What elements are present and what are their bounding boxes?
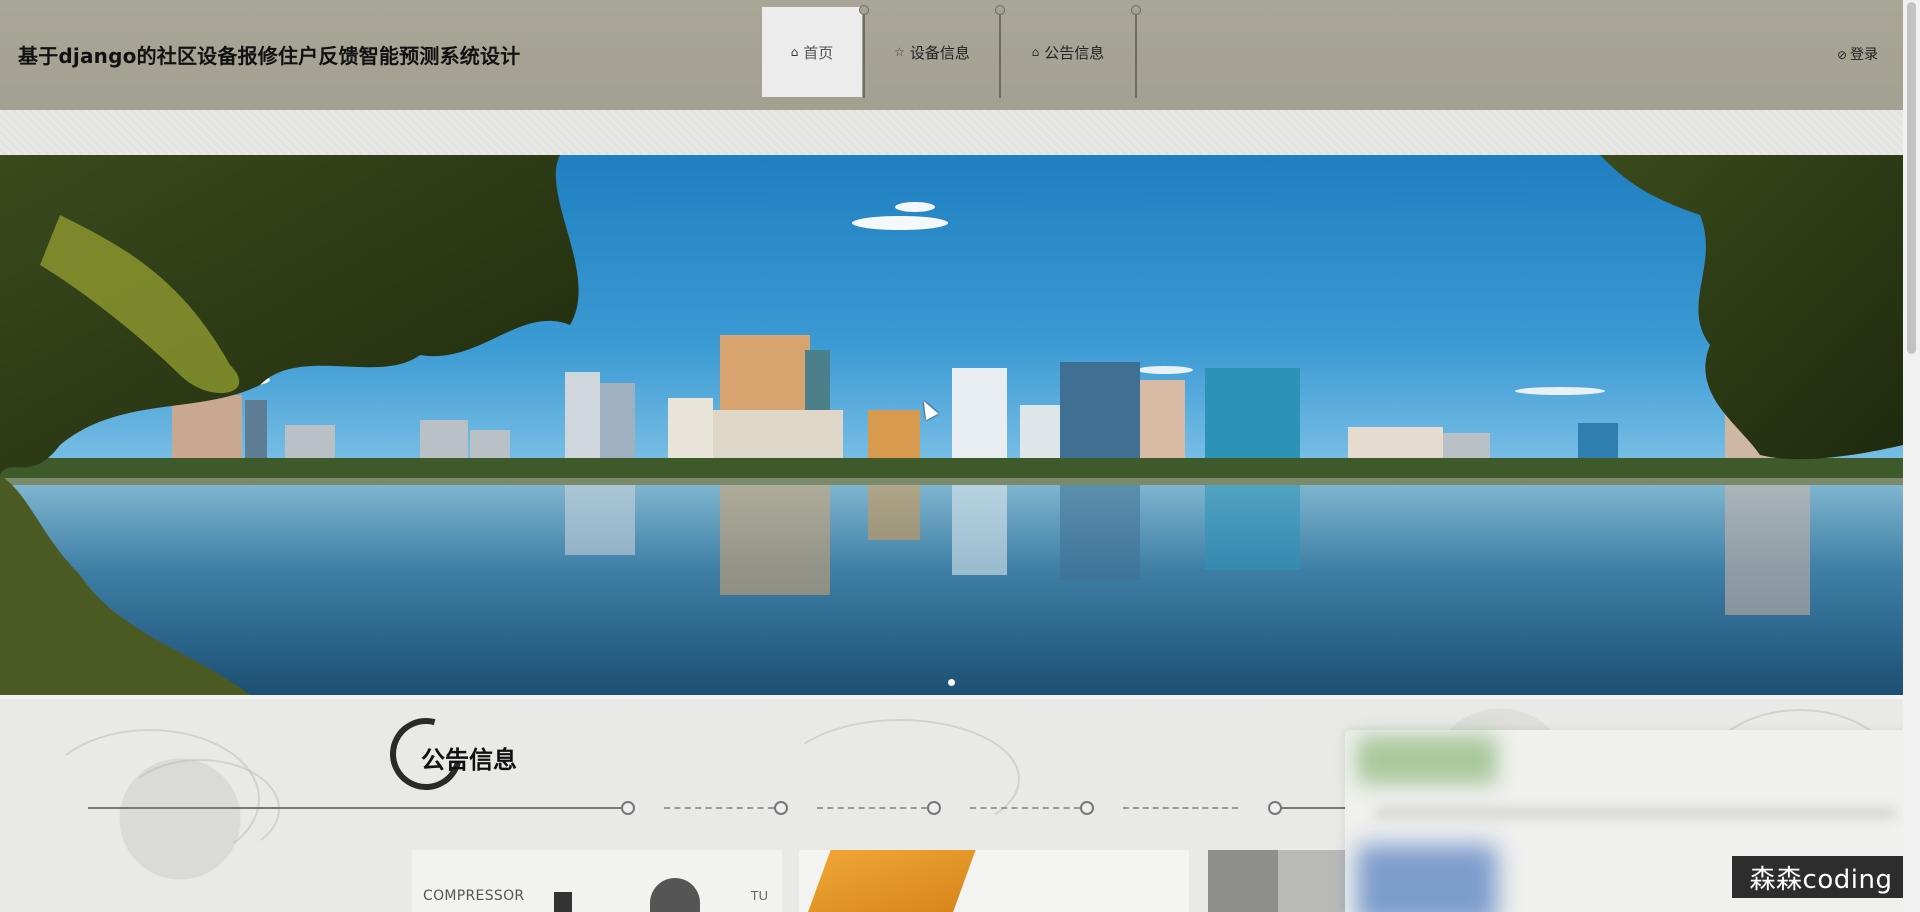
- header-spacer: [0, 110, 1903, 155]
- divider-node: [621, 801, 635, 815]
- video-watermark: 森森coding: [1732, 856, 1910, 898]
- divider-node: [1080, 801, 1094, 815]
- section-divider-line: [1282, 807, 1352, 809]
- page-scrollbar[interactable]: [1903, 0, 1920, 912]
- nav-item-home-label: 首页: [803, 43, 834, 62]
- nav-item-home[interactable]: ⌂ 首页: [762, 7, 862, 97]
- divider-node: [1268, 801, 1282, 815]
- divider-node: [774, 801, 788, 815]
- blurred-block: [1357, 736, 1497, 784]
- section-title: 公告信息: [421, 746, 517, 774]
- nav-item-announcements[interactable]: ⌂ 公告信息: [1000, 7, 1136, 97]
- nav-divider: [1131, 5, 1141, 98]
- card-image-shape: [554, 892, 572, 912]
- nav-item-equipment[interactable]: ☆ 设备信息: [864, 7, 1000, 97]
- city-lake-image: [0, 155, 1903, 695]
- section-divider-dash: [1123, 807, 1238, 809]
- check-circle-icon: ⊘: [1836, 48, 1847, 62]
- announcement-card[interactable]: COMPRESSOR TU: [412, 850, 782, 912]
- announcement-card[interactable]: [1208, 850, 1348, 912]
- section-divider-dash: [817, 807, 927, 809]
- card-image-text: TU: [750, 888, 768, 903]
- section-divider-line: [88, 807, 628, 809]
- card-image-shape: [1208, 850, 1278, 912]
- card-image-text: COMPRESSOR: [423, 888, 525, 904]
- home-icon: ⌂: [790, 45, 799, 59]
- site-title: 基于django的社区设备报修住户反馈智能预测系统设计: [18, 44, 521, 68]
- card-image-shape: [650, 878, 700, 912]
- section-divider-dash: [970, 807, 1080, 809]
- top-header: 基于django的社区设备报修住户反馈智能预测系统设计 ⌂ 首页 ☆ 设备信息 …: [0, 0, 1920, 110]
- section-divider-dash: [664, 807, 774, 809]
- hero-banner-slide[interactable]: [0, 155, 1903, 695]
- nav-item-equipment-label: 设备信息: [909, 43, 970, 62]
- announcement-card[interactable]: [799, 850, 1189, 912]
- bag-icon: ⌂: [1031, 45, 1040, 59]
- blurred-block: [1357, 845, 1497, 912]
- login-button[interactable]: ⊘ 登录: [1837, 44, 1878, 64]
- star-icon: ☆: [894, 45, 905, 59]
- nav-item-announcements-label: 公告信息: [1044, 43, 1105, 62]
- card-image-shape: [804, 850, 979, 912]
- carousel-indicator-dot[interactable]: [948, 679, 955, 686]
- blurred-block: [1375, 808, 1895, 818]
- divider-node: [927, 801, 941, 815]
- decorative-wave: [120, 759, 280, 859]
- scrollbar-thumb[interactable]: [1907, 2, 1916, 354]
- decorative-wave: [780, 719, 1020, 839]
- login-label: 登录: [1850, 47, 1878, 63]
